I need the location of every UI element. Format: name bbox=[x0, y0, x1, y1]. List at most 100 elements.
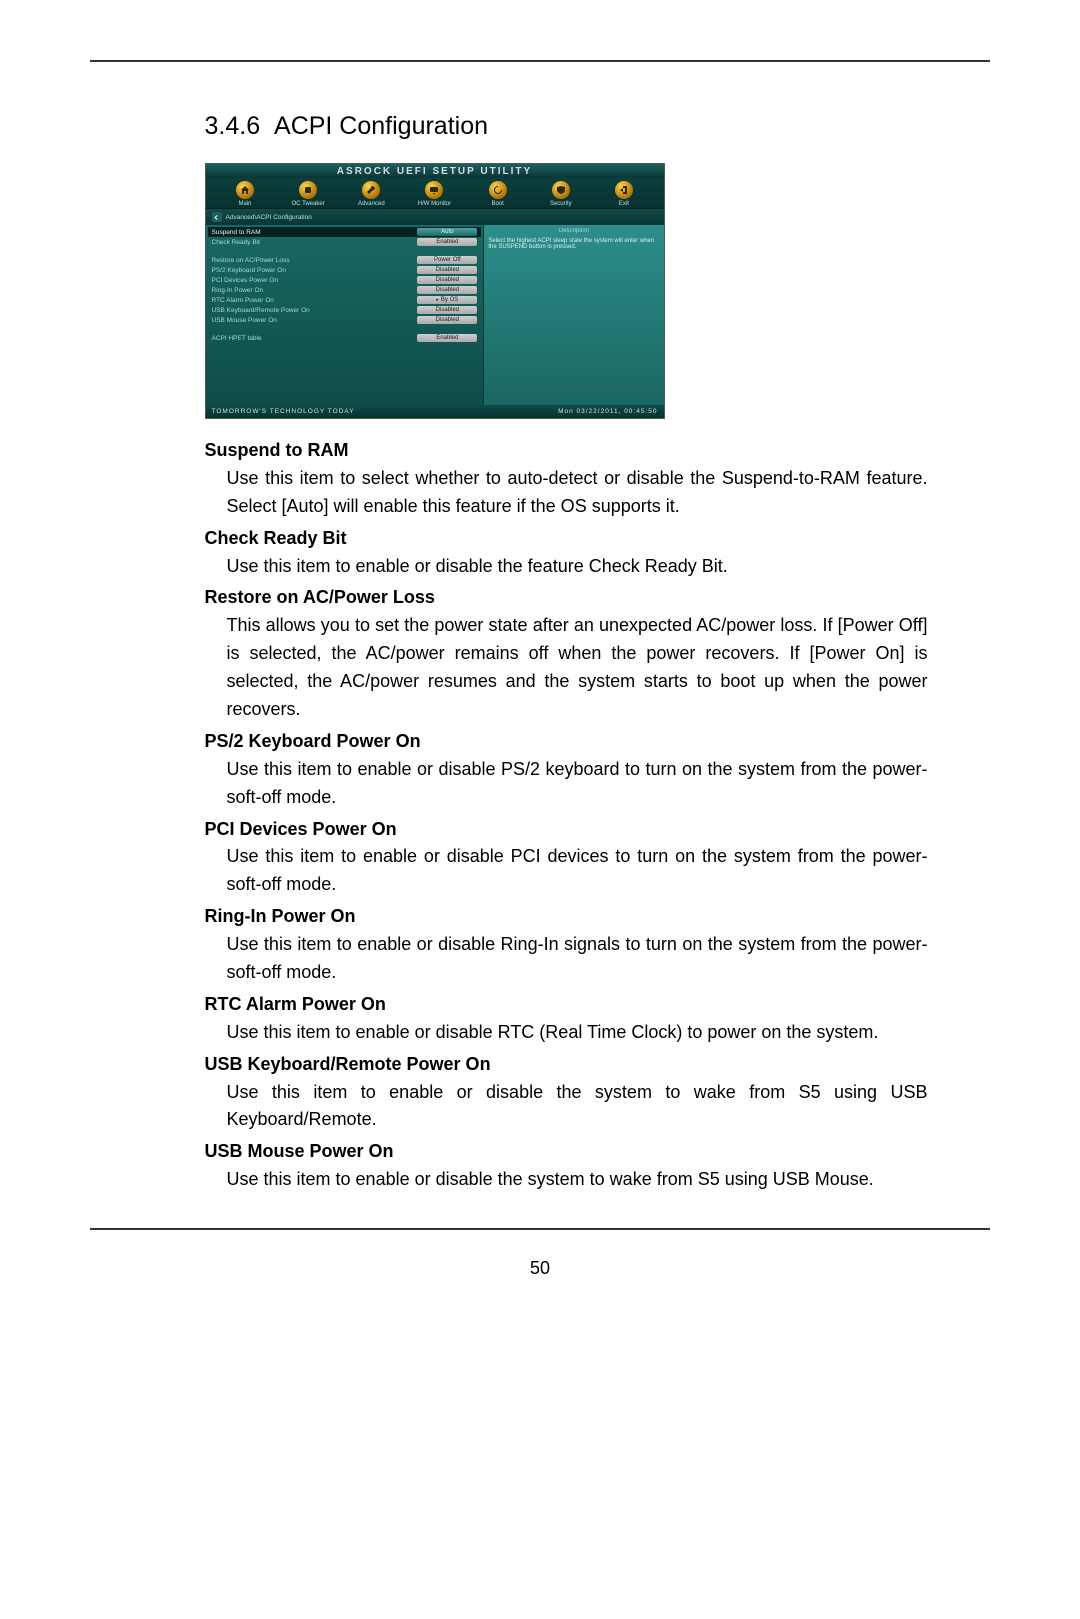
setting-value[interactable]: Disabled bbox=[417, 316, 477, 324]
section-name: ACPI Configuration bbox=[274, 112, 488, 140]
item-heading: USB Keyboard/Remote Power On bbox=[205, 1051, 928, 1079]
item-description: Use this item to enable or disable the s… bbox=[227, 1079, 928, 1135]
doc-body: Suspend to RAMUse this item to select wh… bbox=[205, 437, 928, 1194]
value-text: Disabled bbox=[436, 267, 459, 273]
tab-boot[interactable]: Boot bbox=[470, 181, 525, 207]
setting-label: Ring-In Power On bbox=[212, 287, 418, 294]
tab-security[interactable]: Security bbox=[533, 181, 588, 207]
section-number: 3.4.6 bbox=[205, 112, 261, 140]
shield-icon bbox=[552, 181, 570, 199]
tab-main[interactable]: Main bbox=[218, 181, 273, 207]
bios-setting-row[interactable]: PCI Devices Power On Disabled bbox=[208, 275, 482, 285]
bios-setting-row[interactable]: USB Keyboard/Remote Power On Disabled bbox=[208, 305, 482, 315]
bios-settings-list: Suspend to RAM Auto Check Ready Bit Enabled… bbox=[206, 225, 484, 405]
tab-hw-monitor[interactable]: H/W Monitor bbox=[407, 181, 462, 207]
bios-help-panel: Description Select the highest ACPI slee… bbox=[483, 225, 663, 405]
item-heading: RTC Alarm Power On bbox=[205, 991, 928, 1019]
value-text: Disabled bbox=[436, 287, 459, 293]
tab-label: Advanced bbox=[358, 201, 385, 207]
content: 3.4.6 ACPI Configuration ASROCK UEFI SET… bbox=[153, 112, 928, 1194]
home-icon bbox=[236, 181, 254, 199]
setting-label: PCI Devices Power On bbox=[212, 277, 418, 284]
item-heading: Suspend to RAM bbox=[205, 437, 928, 465]
setting-value[interactable]: Enabled bbox=[417, 334, 477, 342]
tab-advanced[interactable]: Advanced bbox=[344, 181, 399, 207]
bios-tab-bar: Main OC Tweaker Advanced H/W Monitor Boo… bbox=[206, 178, 664, 209]
cycle-icon bbox=[489, 181, 507, 199]
tab-label: Main bbox=[238, 201, 251, 207]
item-description: Use this item to enable or disable PS/2 … bbox=[227, 756, 928, 812]
bios-screenshot: ASROCK UEFI SETUP UTILITY Main OC Tweake… bbox=[205, 163, 665, 419]
bios-titlebar: ASROCK UEFI SETUP UTILITY bbox=[206, 164, 664, 178]
value-text: Enabled bbox=[436, 335, 458, 341]
bios-setting-row[interactable]: USB Mouse Power On Disabled bbox=[208, 315, 482, 325]
value-text: Disabled bbox=[436, 277, 459, 283]
item-heading: Check Ready Bit bbox=[205, 525, 928, 553]
setting-label: USB Keyboard/Remote Power On bbox=[212, 307, 418, 314]
footer-datetime: Mon 03/22/2011, 00:45:50 bbox=[558, 408, 657, 415]
item-heading: Restore on AC/Power Loss bbox=[205, 584, 928, 612]
setting-value[interactable]: Power Off bbox=[417, 256, 477, 264]
setting-value[interactable]: Enabled bbox=[417, 238, 477, 246]
help-text: Select the highest ACPI sleep state the … bbox=[488, 238, 659, 250]
setting-value[interactable]: Disabled bbox=[417, 266, 477, 274]
item-heading: Ring-In Power On bbox=[205, 903, 928, 931]
overclock-icon bbox=[299, 181, 317, 199]
setting-value[interactable]: Disabled bbox=[417, 306, 477, 314]
section-title: 3.4.6 ACPI Configuration bbox=[205, 112, 928, 141]
breadcrumb-text: Advanced\ACPI Configuration bbox=[226, 214, 312, 221]
wrench-icon bbox=[362, 181, 380, 199]
item-description: This allows you to set the power state a… bbox=[227, 612, 928, 724]
item-description: Use this item to enable or disable the f… bbox=[227, 553, 928, 581]
bios-setting-row[interactable]: PS/2 Keyboard Power On Disabled bbox=[208, 265, 482, 275]
item-description: Use this item to select whether to auto-… bbox=[227, 465, 928, 521]
tab-label: H/W Monitor bbox=[418, 201, 451, 207]
manual-page: 3.4.6 ACPI Configuration ASROCK UEFI SET… bbox=[90, 60, 990, 1230]
value-text: Power Off bbox=[434, 257, 461, 263]
tab-label: OC Tweaker bbox=[292, 201, 325, 207]
setting-label: USB Mouse Power On bbox=[212, 317, 418, 324]
setting-value[interactable]: ▸By OS bbox=[417, 296, 477, 304]
bios-setting-row[interactable]: RTC Alarm Power On▸By OS bbox=[208, 295, 482, 305]
back-arrow-icon[interactable] bbox=[212, 212, 222, 222]
bios-setting-row bbox=[208, 325, 482, 333]
bios-footer: TOMORROW'S TECHNOLOGY TODAY Mon 03/22/20… bbox=[206, 405, 664, 418]
help-title: Description bbox=[488, 228, 659, 234]
setting-label: ACPI HPET table bbox=[212, 335, 418, 342]
bios-setting-row[interactable]: Ring-In Power On Disabled bbox=[208, 285, 482, 295]
tab-label: Security bbox=[550, 201, 572, 207]
item-heading: PS/2 Keyboard Power On bbox=[205, 728, 928, 756]
exit-icon bbox=[615, 181, 633, 199]
tab-oc-tweaker[interactable]: OC Tweaker bbox=[281, 181, 336, 207]
monitor-icon bbox=[425, 181, 443, 199]
tab-exit[interactable]: Exit bbox=[596, 181, 651, 207]
value-text: Disabled bbox=[436, 317, 459, 323]
bios-body: Suspend to RAM Auto Check Ready Bit Enabled… bbox=[206, 225, 664, 405]
bios-setting-row[interactable]: ACPI HPET table Enabled bbox=[208, 333, 482, 343]
breadcrumb: Advanced\ACPI Configuration bbox=[206, 209, 664, 225]
page-number: 50 bbox=[0, 1258, 1080, 1279]
tab-label: Exit bbox=[619, 201, 629, 207]
setting-label: Check Ready Bit bbox=[212, 239, 418, 246]
value-text: Enabled bbox=[436, 239, 458, 245]
value-text: By OS bbox=[441, 297, 458, 303]
setting-value[interactable]: Auto bbox=[417, 228, 477, 236]
item-description: Use this item to enable or disable RTC (… bbox=[227, 1019, 928, 1047]
bios-setting-row[interactable]: Suspend to RAM Auto bbox=[208, 227, 482, 237]
setting-label: RTC Alarm Power On bbox=[212, 297, 418, 304]
item-description: Use this item to enable or disable Ring-… bbox=[227, 931, 928, 987]
footer-tagline: TOMORROW'S TECHNOLOGY TODAY bbox=[212, 408, 355, 415]
setting-label: Suspend to RAM bbox=[212, 229, 418, 236]
bios-setting-row[interactable]: Check Ready Bit Enabled bbox=[208, 237, 482, 247]
setting-value[interactable]: Disabled bbox=[417, 276, 477, 284]
setting-label: PS/2 Keyboard Power On bbox=[212, 267, 418, 274]
value-text: Disabled bbox=[436, 307, 459, 313]
bios-setting-row bbox=[208, 247, 482, 255]
bios-setting-row[interactable]: Restore on AC/Power Loss Power Off bbox=[208, 255, 482, 265]
tab-label: Boot bbox=[491, 201, 503, 207]
item-description: Use this item to enable or disable the s… bbox=[227, 1166, 928, 1194]
item-description: Use this item to enable or disable PCI d… bbox=[227, 843, 928, 899]
setting-label: Restore on AC/Power Loss bbox=[212, 257, 418, 264]
value-text: Auto bbox=[441, 229, 453, 235]
setting-value[interactable]: Disabled bbox=[417, 286, 477, 294]
